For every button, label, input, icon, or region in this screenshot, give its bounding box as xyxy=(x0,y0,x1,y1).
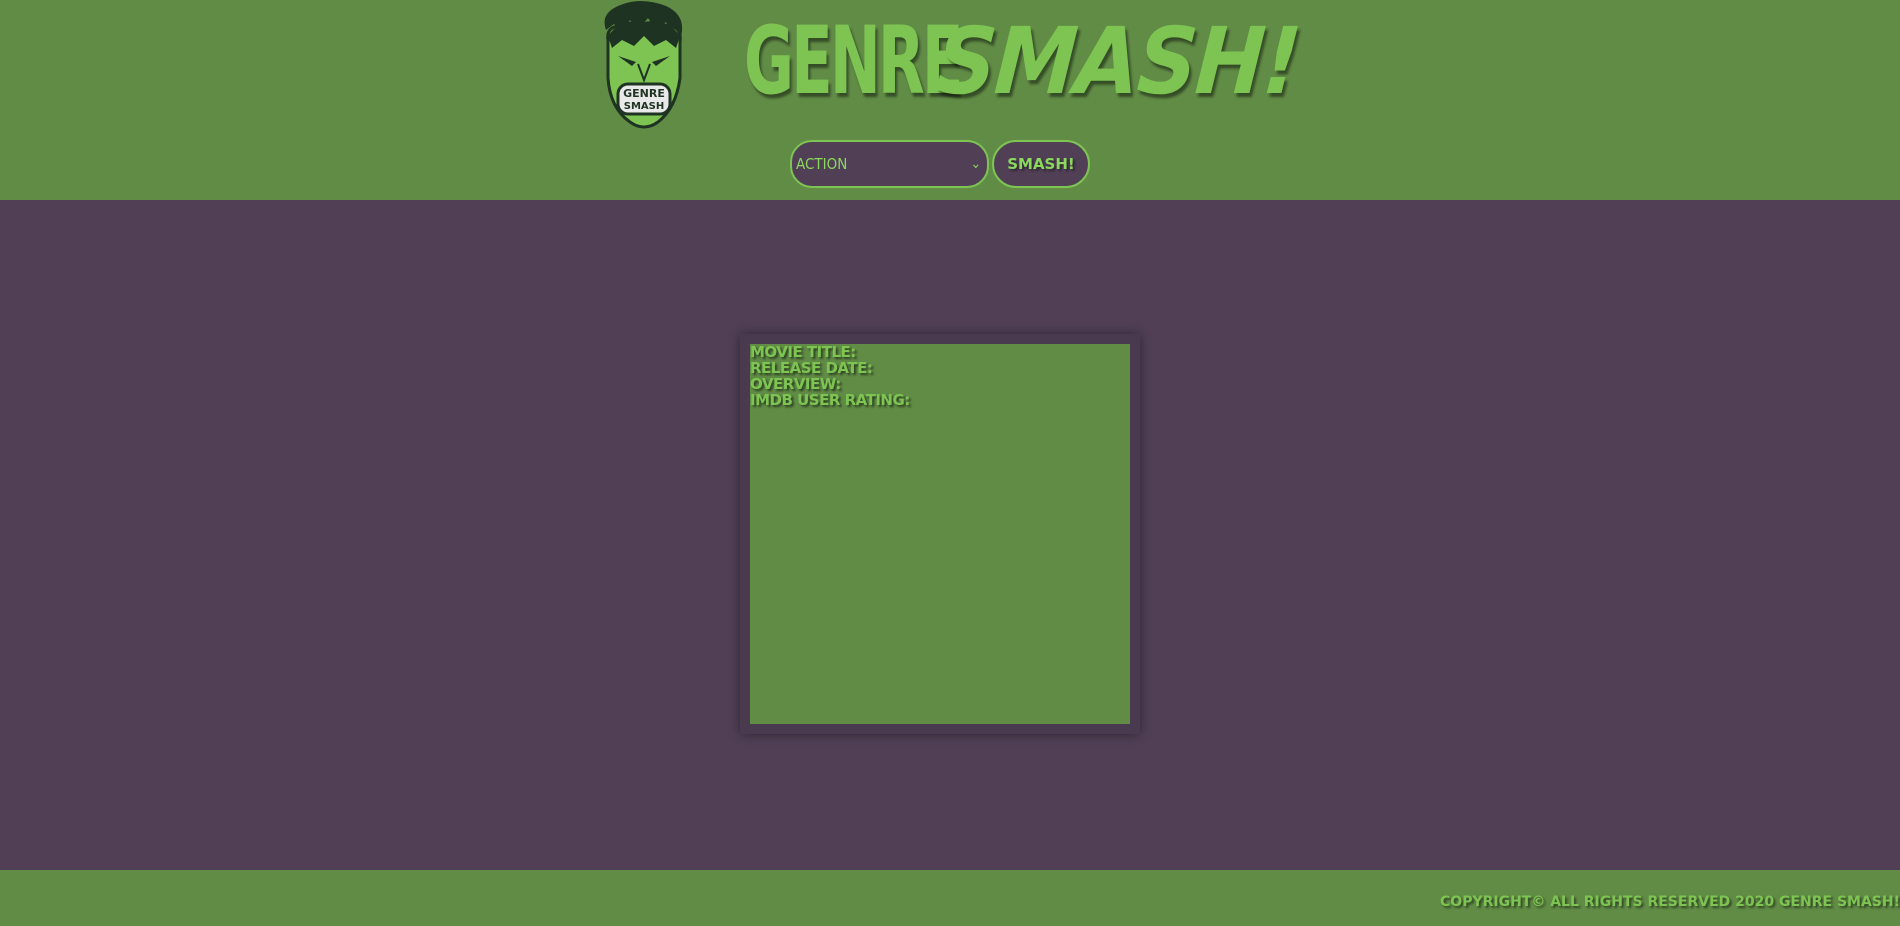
footer: COPYRIGHT© ALL RIGHTS RESERVED 2020 GENR… xyxy=(0,870,1900,926)
release-date-label: RELEASE DATE: xyxy=(750,359,873,377)
chevron-down-icon: ⌄ xyxy=(970,156,981,172)
movie-title-label: MOVIE TITLE: xyxy=(750,343,856,361)
smash-button[interactable]: SMASH! xyxy=(992,140,1090,188)
site-title: GENRE SMASH! xyxy=(744,7,1336,116)
title-genre: GENRE xyxy=(744,7,964,116)
svg-text:GENRE: GENRE xyxy=(623,87,665,100)
hulk-face-logo: GENRE SMASH xyxy=(604,1,683,129)
genre-select-value: ACTION xyxy=(796,155,848,173)
header: GENRE SMASH GENRE SMASH! ACTION ⌄ SMASH! xyxy=(0,0,1900,200)
svg-text:SMASH: SMASH xyxy=(624,101,664,112)
genre-controls: ACTION ⌄ SMASH! xyxy=(790,140,1090,190)
copyright-text: COPYRIGHT© ALL RIGHTS RESERVED 2020 GENR… xyxy=(1440,894,1900,910)
imdb-rating-label: IMDB USER RATING: xyxy=(750,391,910,409)
genre-select[interactable]: ACTION ⌄ xyxy=(790,140,989,188)
overview-label: OVERVIEW: xyxy=(750,375,841,393)
movie-card: MOVIE TITLE: RELEASE DATE: OVERVIEW: IMD… xyxy=(750,344,1130,724)
movie-card-frame: MOVIE TITLE: RELEASE DATE: OVERVIEW: IMD… xyxy=(740,334,1140,734)
title-smash: SMASH! xyxy=(933,8,1304,115)
